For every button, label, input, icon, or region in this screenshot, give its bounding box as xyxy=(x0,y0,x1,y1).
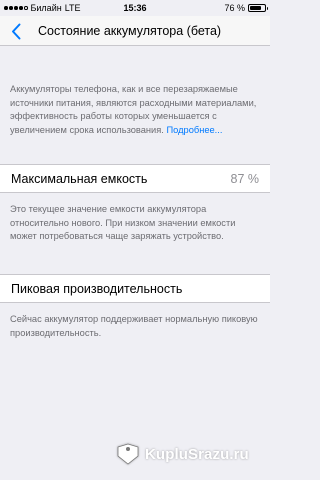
back-button[interactable] xyxy=(4,19,28,43)
battery-fill xyxy=(250,6,261,10)
status-bar: Билайн LTE 15:36 76 % xyxy=(0,0,270,16)
navigation-bar: Состояние аккумулятора (бета) xyxy=(0,16,270,46)
status-right: 76 % xyxy=(224,0,268,16)
max-capacity-value: 87 % xyxy=(230,172,260,186)
max-capacity-footer: Это текущее значение емкости аккумулятор… xyxy=(10,204,236,241)
max-capacity-row: Максимальная емкость 87 % xyxy=(0,164,270,193)
chevron-left-icon xyxy=(12,23,21,39)
page-title: Состояние аккумулятора (бета) xyxy=(38,24,222,38)
watermark-text: KupluSrazu.ru xyxy=(145,445,249,463)
intro-description: Аккумуляторы телефона, как и все перезар… xyxy=(10,83,258,137)
tag-icon xyxy=(117,443,139,465)
max-capacity-label: Максимальная емкость xyxy=(11,172,148,186)
peak-performance-row: Пиковая производительность xyxy=(0,274,270,303)
battery-health-screen: Билайн LTE 15:36 76 % Состояние аккумуля… xyxy=(0,0,270,480)
peak-performance-label: Пиковая производительность xyxy=(11,282,183,296)
learn-more-link[interactable]: Подробнее... xyxy=(166,125,222,135)
peak-performance-footer: Сейчас аккумулятор поддерживает нормальн… xyxy=(10,314,258,338)
watermark: KupluSrazu.ru xyxy=(116,441,249,467)
battery-percent: 76 % xyxy=(224,3,245,13)
battery-icon xyxy=(248,4,268,12)
